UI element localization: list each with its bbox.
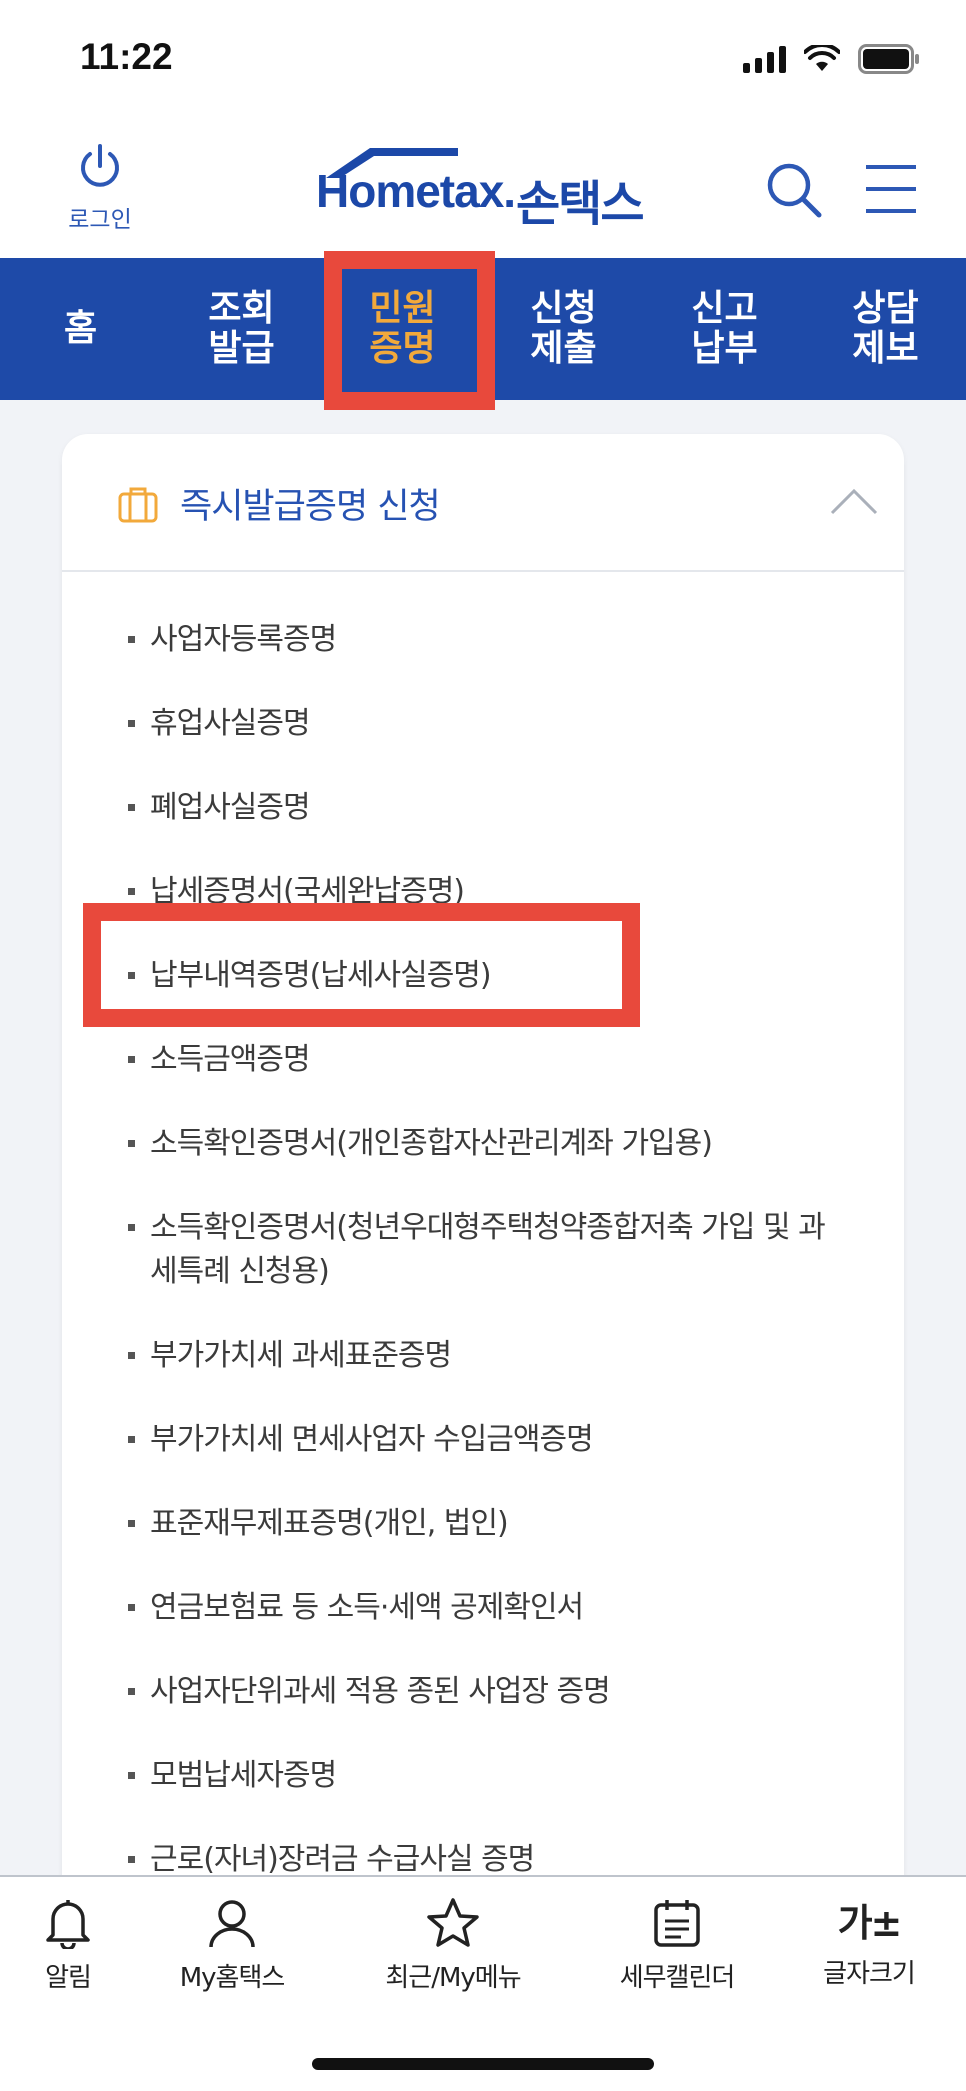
nav-tab-report-pay[interactable]: 신고 납부 (644, 258, 805, 400)
panel-header-toggle[interactable]: 즉시발급증명 신청 (62, 434, 904, 572)
tab-notifications[interactable]: 알림 (27, 1897, 109, 1994)
list-item[interactable]: 연금보험료 등 소득·세액 공제확인서 (128, 1586, 848, 1630)
tab-label: 세무캘린더 (619, 1963, 736, 1993)
status-time: 11:22 (80, 36, 173, 77)
app-header: 로그인 Hometax. 손택스 (0, 120, 966, 258)
list-item[interactable]: 소득확인증명서(개인종합자산관리계좌 가입용) (128, 1122, 848, 1166)
home-indicator (312, 2058, 654, 2070)
status-icons (743, 44, 920, 74)
tab-my-hometax[interactable]: My홈택스 (170, 1897, 294, 1994)
hamburger-menu-button[interactable] (864, 162, 918, 216)
tab-tax-calendar[interactable]: 세무캘린더 (614, 1897, 740, 1994)
power-icon (81, 144, 119, 187)
star-icon (427, 1898, 479, 1947)
nav-tab-civil-certificate[interactable]: 민원 증명 (322, 258, 483, 400)
nav-tab-application-submit[interactable]: 신청 제출 (483, 258, 644, 400)
tab-label: 최근/My메뉴 (385, 1963, 521, 1993)
tab-font-size[interactable]: 가± 글자크기 (814, 1897, 924, 1990)
tab-recent-my-menu[interactable]: 최근/My메뉴 (380, 1897, 526, 1994)
list-item[interactable]: 사업자단위과세 적용 종된 사업장 증명 (128, 1670, 848, 1714)
tab-label: 알림 (45, 1963, 92, 1993)
login-label: 로그인 (68, 207, 132, 233)
list-item[interactable]: 납세증명서(국세완납증명) (128, 870, 848, 914)
list-item[interactable]: 사업자등록증명 (128, 618, 848, 662)
search-button[interactable] (764, 160, 824, 220)
list-item[interactable]: 모범납세자증명 (128, 1754, 848, 1798)
nav-tab-home[interactable]: 홈 (0, 258, 161, 400)
bell-icon (46, 1900, 90, 1951)
list-item[interactable]: 납부내역증명(납세사실증명) (128, 954, 848, 998)
status-bar: 11:22 (0, 0, 966, 120)
list-item[interactable]: 휴업사실증명 (128, 702, 848, 746)
list-item[interactable]: 부가가치세 면세사업자 수입금액증명 (128, 1418, 848, 1462)
main-nav: 홈 조회 발급 민원 증명 신청 제출 신고 납부 상담 제보 (0, 258, 966, 400)
login-button[interactable]: 로그인 (60, 142, 140, 234)
list-item[interactable]: 폐업사실증명 (128, 786, 848, 830)
list-item[interactable]: 소득확인증명서(청년우대형주택청약종합저축 가입 및 과세특례 신청용) (128, 1206, 848, 1294)
font-size-icon: 가± (837, 1901, 903, 1945)
briefcase-icon (118, 487, 158, 523)
battery-icon (858, 44, 919, 74)
certificate-panel: 즉시발급증명 신청 사업자등록증명 휴업사실증명 폐업사실증명 납세증명서(국세… (62, 434, 904, 2091)
hamburger-icon (866, 165, 916, 213)
calendar-icon (654, 1900, 700, 1947)
list-item[interactable]: 소득금액증명 (128, 1038, 848, 1082)
hometax-logo[interactable]: Hometax. 손택스 (316, 148, 656, 232)
nav-tab-consult-report[interactable]: 상담 제보 (805, 258, 966, 400)
wifi-icon (804, 45, 840, 71)
nav-tab-inquiry-issue[interactable]: 조회 발급 (161, 258, 322, 400)
logo-text: Hometax. (316, 165, 516, 217)
list-item[interactable]: 표준재무제표증명(개인, 법인) (128, 1502, 848, 1546)
logo-korean-text: 손택스 (516, 176, 644, 232)
list-item[interactable]: 부가가치세 과세표준증명 (128, 1334, 848, 1378)
cellular-signal-icon (743, 45, 786, 73)
tab-label: My홈택스 (179, 1963, 286, 1993)
person-icon (209, 1900, 255, 1948)
search-icon (767, 163, 822, 218)
chevron-up-icon (830, 488, 878, 515)
panel-title: 즉시발급증명 신청 (180, 487, 441, 527)
tab-label: 글자크기 (823, 1959, 916, 1989)
